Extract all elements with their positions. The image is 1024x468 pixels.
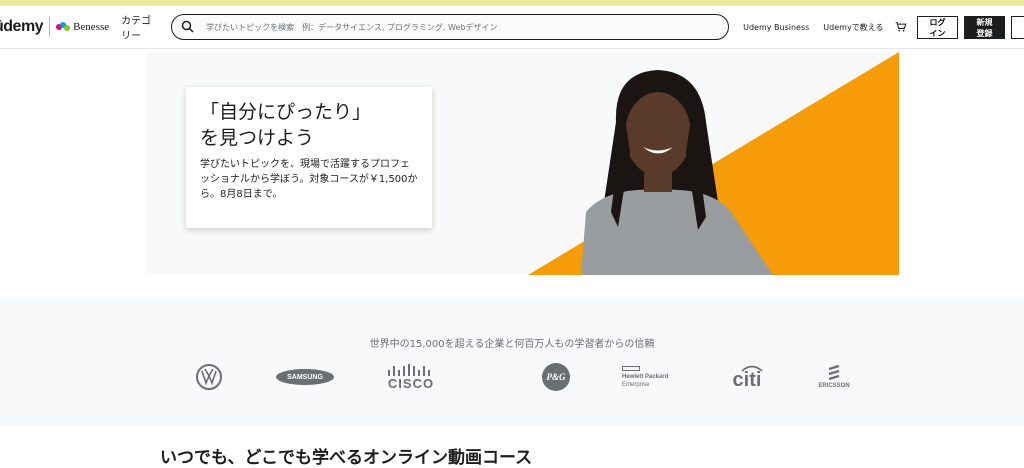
trust-section: 世界中の15,000を超える企業と何百万人もの学習者からの信頼 SAMSUNG …: [0, 298, 1024, 426]
benesse-logo[interactable]: Benesse: [56, 21, 109, 33]
logo-divider: [49, 17, 51, 37]
citi-logo: citi: [728, 362, 766, 392]
header: ūdemy Benesse カテゴリー Udemy Business Udemy…: [0, 6, 1024, 49]
hero-card: 「自分にぴったり」 を見つけよう 学びたいトピックを、現場で活躍するプロフェッシ…: [186, 87, 432, 228]
hpe-text-bottom: Enterprise: [622, 381, 650, 388]
instructor-neck: [644, 170, 672, 192]
pg-text: P&G: [546, 372, 566, 382]
samsung-logo: SAMSUNG: [276, 369, 334, 385]
udemy-business-link[interactable]: Udemy Business: [743, 23, 809, 32]
cisco-logo: CISCO: [386, 362, 436, 392]
hpe-text-top: Hewlett Packard: [622, 373, 669, 380]
instructor-face: [625, 92, 691, 176]
language-button[interactable]: [1011, 15, 1024, 39]
volkswagen-logo: [195, 363, 223, 391]
login-button[interactable]: ログイン: [916, 15, 958, 39]
ericsson-logo: ERICSSON: [814, 362, 854, 392]
company-logos: SAMSUNG CISCO P&G Hewlett Packard Enterp…: [0, 362, 1024, 392]
benesse-text: Benesse: [73, 21, 110, 33]
search-bar[interactable]: [171, 14, 730, 40]
logo-group[interactable]: ūdemy Benesse: [0, 17, 109, 37]
trust-title: 世界中の15,000を超える企業と何百万人もの学習者からの信頼: [369, 339, 655, 350]
categories-menu[interactable]: カテゴリー: [121, 12, 157, 42]
hero-subtitle: 学びたいトピックを、現場で活躍するプロフェッショナルから学ぼう。対象コースが￥1…: [200, 159, 418, 200]
ericsson-text: ERICSSON: [818, 383, 850, 389]
section-heading: いつでも、どこでも学べるオンライン動画コース: [160, 448, 533, 468]
cisco-bars-icon: [388, 363, 430, 376]
hpe-mark-icon: [622, 365, 640, 371]
volkswagen-icon: [196, 364, 222, 390]
udemy-logo[interactable]: ūdemy: [0, 18, 44, 36]
pg-logo: P&G: [542, 363, 570, 391]
search-input[interactable]: [204, 21, 729, 33]
teach-on-udemy-link[interactable]: Udemyで教える: [823, 22, 883, 33]
hero-title: 「自分にぴったり」 を見つけよう: [200, 101, 372, 149]
benesse-mark-icon: [56, 22, 71, 32]
citi-arc-icon: [741, 365, 763, 372]
samsung-text: SAMSUNG: [287, 373, 323, 381]
hero-banner: 「自分にぴったり」 を見つけよう 学びたいトピックを、現場で活躍するプロフェッシ…: [146, 52, 899, 275]
ericsson-icon: [828, 365, 840, 381]
hpe-logo: Hewlett Packard Enterprise: [622, 364, 682, 390]
search-icon[interactable]: [180, 19, 196, 35]
signup-button[interactable]: 新規登録: [963, 15, 1005, 39]
cart-icon[interactable]: [895, 19, 907, 35]
cisco-text: CISCO: [387, 375, 435, 391]
